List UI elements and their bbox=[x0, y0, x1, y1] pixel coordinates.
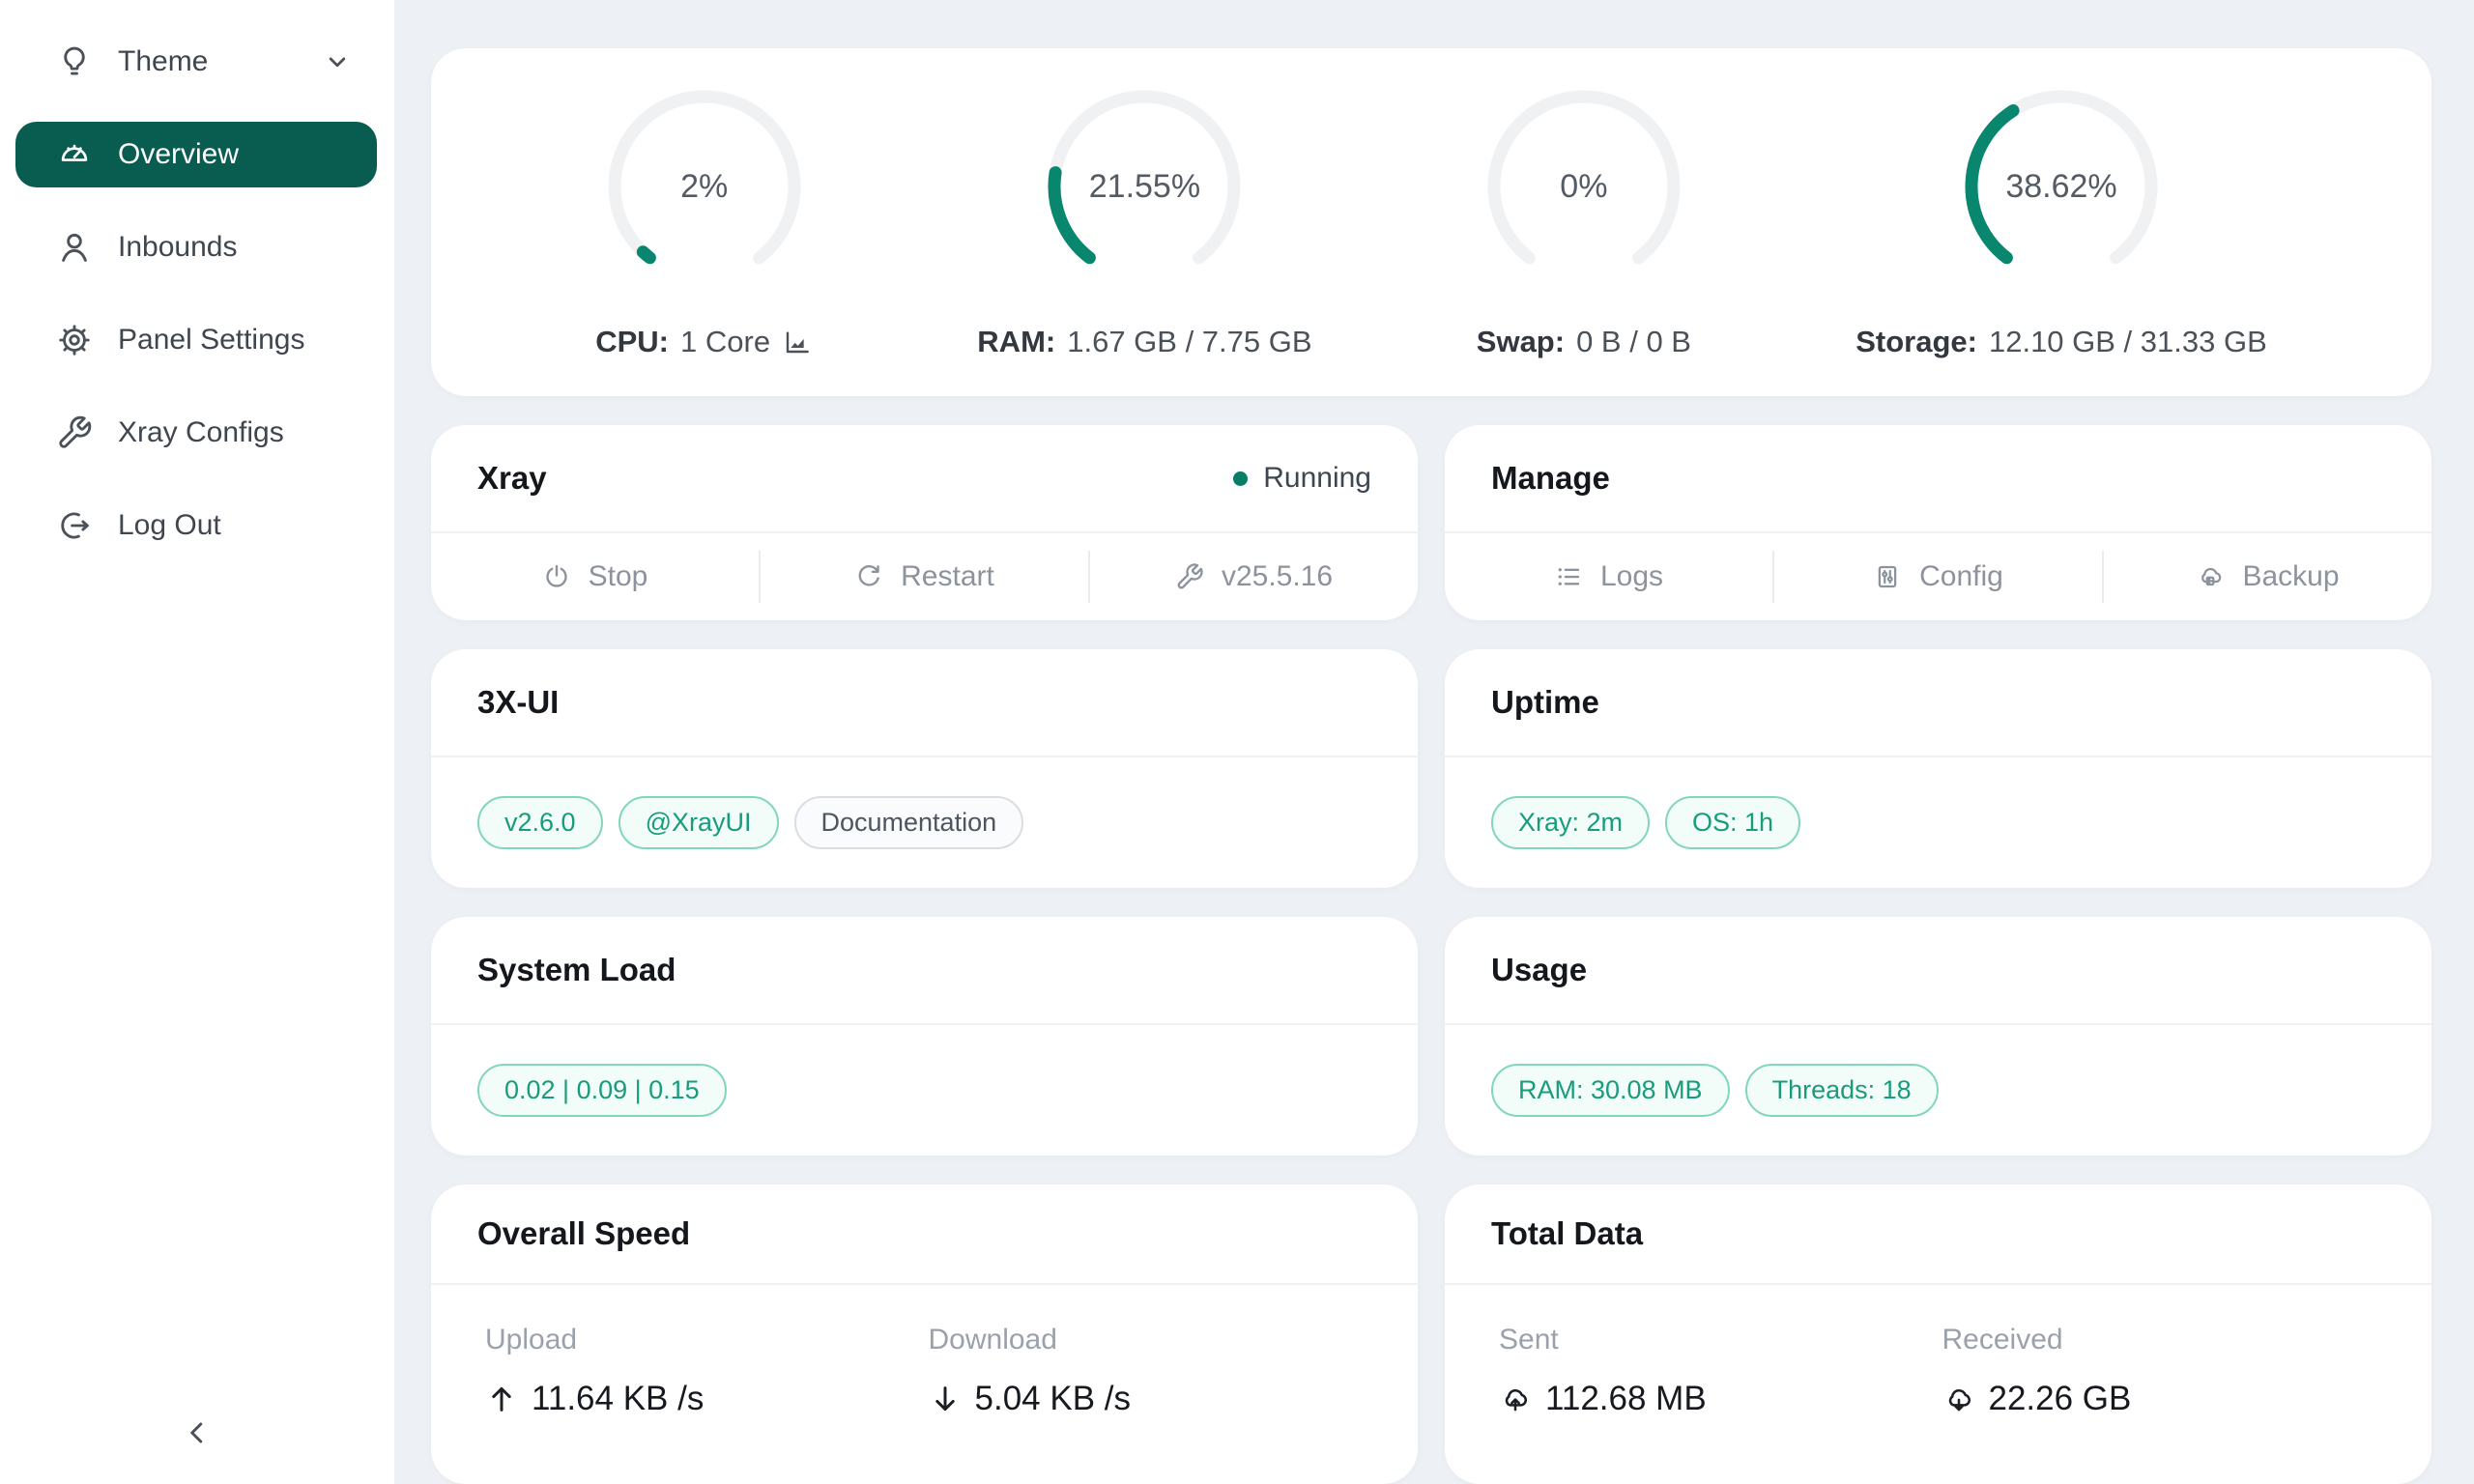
status-dot bbox=[1233, 471, 1248, 486]
badge-version[interactable]: v2.6.0 bbox=[477, 796, 603, 850]
system-load-card: System Load 0.02 | 0.09 | 0.15 bbox=[431, 917, 1418, 1156]
config-button[interactable]: Config bbox=[1774, 533, 2102, 620]
badge-os-uptime: OS: 1h bbox=[1665, 796, 1800, 850]
backup-button[interactable]: Backup bbox=[2104, 533, 2431, 620]
gauge-cpu: 2% CPU: 1 Core bbox=[595, 85, 813, 359]
arrow-down-icon bbox=[929, 1383, 962, 1415]
card-title: Total Data bbox=[1491, 1215, 1643, 1252]
badge-threads: Threads: 18 bbox=[1745, 1064, 1939, 1118]
gauge-value: 2% bbox=[603, 85, 806, 288]
sidebar-item-panel-settings[interactable]: Panel Settings bbox=[15, 307, 377, 373]
config-icon bbox=[1873, 562, 1902, 591]
sidebar-collapse-button[interactable] bbox=[0, 1415, 394, 1455]
xray-card: Xray Running Stop bbox=[431, 425, 1418, 620]
wrench-icon bbox=[1175, 562, 1204, 591]
cloud-upload-icon bbox=[1499, 1383, 1532, 1415]
sidebar-nav: Theme Overview bbox=[0, 29, 394, 558]
gauge-value: 38.62% bbox=[1960, 85, 2163, 288]
gauge-ram: 21.55% RAM: 1.67 GB / 7.75 GB bbox=[977, 85, 1311, 359]
card-title: System Load bbox=[477, 952, 676, 988]
sidebar-item-inbounds[interactable]: Inbounds bbox=[15, 214, 377, 280]
gauge-label: Storage: 12.10 GB / 31.33 GB bbox=[1856, 325, 2267, 359]
backup-icon bbox=[2196, 562, 2225, 591]
xray-version-button[interactable]: v25.5.16 bbox=[1090, 533, 1418, 620]
upload-stat: Upload 11.64 KB /s bbox=[485, 1324, 929, 1418]
chevron-left-icon bbox=[180, 1415, 215, 1455]
uptime-card: Uptime Xray: 2m OS: 1h bbox=[1445, 649, 2431, 888]
reload-icon bbox=[854, 562, 883, 591]
gauge-value: 0% bbox=[1482, 85, 1685, 288]
status-label: Running bbox=[1263, 462, 1371, 495]
card-title: 3X-UI bbox=[477, 684, 559, 721]
gauge-label: RAM: 1.67 GB / 7.75 GB bbox=[977, 325, 1311, 359]
badge-ram-usage: RAM: 30.08 MB bbox=[1491, 1064, 1730, 1118]
overall-speed-card: Overall Speed Upload 11.64 KB /s bbox=[431, 1184, 1418, 1484]
received-stat: Received 22.26 GB bbox=[1942, 1324, 2386, 1418]
gauge-storage: 38.62% Storage: 12.10 GB / 31.33 GB bbox=[1856, 85, 2267, 359]
sidebar-item-label: Panel Settings bbox=[118, 324, 304, 357]
system-gauges-card: 2% CPU: 1 Core 21.55% bbox=[431, 48, 2431, 396]
main-content: 2% CPU: 1 Core 21.55% bbox=[394, 0, 2474, 1484]
manage-card: Manage Logs bbox=[1445, 425, 2431, 620]
usage-card: Usage RAM: 30.08 MB Threads: 18 bbox=[1445, 917, 2431, 1156]
card-title: Manage bbox=[1491, 460, 1610, 497]
badge-documentation-link[interactable]: Documentation bbox=[794, 796, 1024, 850]
card-title: Usage bbox=[1491, 952, 1587, 988]
badge-xrayui-link[interactable]: @XrayUI bbox=[618, 796, 779, 850]
gear-icon bbox=[56, 322, 93, 358]
list-icon bbox=[1554, 562, 1583, 591]
sidebar: Theme Overview bbox=[0, 0, 394, 1484]
dashboard-icon bbox=[56, 136, 93, 173]
sidebar-item-log-out[interactable]: Log Out bbox=[15, 493, 377, 558]
user-icon bbox=[56, 229, 93, 266]
logout-icon bbox=[56, 507, 93, 544]
badge-load-averages: 0.02 | 0.09 | 0.15 bbox=[477, 1064, 727, 1118]
lightbulb-icon bbox=[56, 43, 93, 80]
cloud-download-icon bbox=[1942, 1383, 1975, 1415]
sidebar-item-theme[interactable]: Theme bbox=[15, 29, 377, 95]
card-title: Xray bbox=[477, 460, 547, 497]
gauge-swap: 0% Swap: 0 B / 0 B bbox=[1477, 85, 1691, 359]
sidebar-item-xray-configs[interactable]: Xray Configs bbox=[15, 400, 377, 466]
gauge-label: CPU: 1 Core bbox=[595, 325, 813, 359]
gauge-label: Swap: 0 B / 0 B bbox=[1477, 325, 1691, 359]
sidebar-item-label: Xray Configs bbox=[118, 416, 284, 449]
sidebar-item-label: Inbounds bbox=[118, 231, 237, 264]
sidebar-item-label: Overview bbox=[118, 138, 239, 171]
download-stat: Download 5.04 KB /s bbox=[929, 1324, 1372, 1418]
card-title: Uptime bbox=[1491, 684, 1599, 721]
sent-stat: Sent 112.68 MB bbox=[1499, 1324, 1942, 1418]
power-icon bbox=[542, 562, 571, 591]
badge-xray-uptime: Xray: 2m bbox=[1491, 796, 1650, 850]
wrench-icon bbox=[56, 414, 93, 451]
stop-button[interactable]: Stop bbox=[431, 533, 759, 620]
xray-status: Running bbox=[1233, 462, 1371, 495]
logs-button[interactable]: Logs bbox=[1445, 533, 1772, 620]
card-title: Overall Speed bbox=[477, 1215, 690, 1252]
chevron-down-icon bbox=[323, 47, 352, 76]
sidebar-item-label: Theme bbox=[118, 45, 208, 78]
sidebar-item-label: Log Out bbox=[118, 509, 221, 542]
arrow-up-icon bbox=[485, 1383, 518, 1415]
gauge-value: 21.55% bbox=[1043, 85, 1246, 288]
restart-button[interactable]: Restart bbox=[761, 533, 1088, 620]
area-chart-icon[interactable] bbox=[782, 327, 813, 357]
sidebar-item-overview[interactable]: Overview bbox=[15, 122, 377, 187]
xui-card: 3X-UI v2.6.0 @XrayUI Documentation bbox=[431, 649, 1418, 888]
total-data-card: Total Data Sent 112.68 MB bbox=[1445, 1184, 2431, 1484]
